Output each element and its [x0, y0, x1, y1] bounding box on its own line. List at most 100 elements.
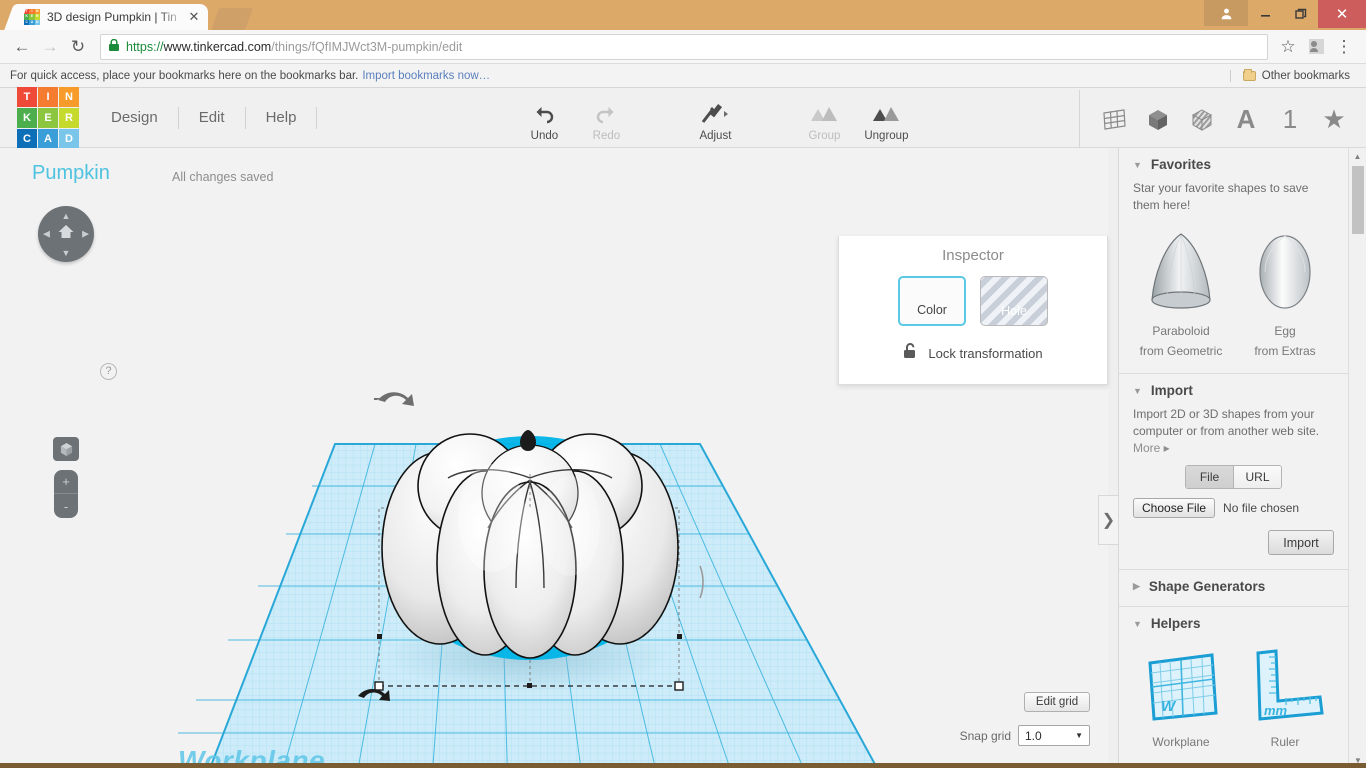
- zoom-controls[interactable]: + -: [54, 470, 78, 518]
- scroll-up-arrow-icon[interactable]: ▲: [1349, 148, 1366, 164]
- import-hint: Import 2D or 3D shapes from your compute…: [1133, 407, 1320, 438]
- favorites-star-icon[interactable]: ★: [1320, 104, 1348, 135]
- tab-url[interactable]: URL: [1233, 466, 1281, 488]
- other-bookmarks-folder[interactable]: Other bookmarks: [1229, 68, 1356, 82]
- browser-menu-icon[interactable]: ⋮: [1330, 33, 1358, 61]
- bookmarks-hint: For quick access, place your bookmarks h…: [10, 69, 359, 82]
- snap-grid-select[interactable]: 1.0 ▼: [1018, 725, 1090, 746]
- choose-file-button[interactable]: Choose File: [1133, 498, 1216, 518]
- text-icon[interactable]: A: [1232, 104, 1260, 135]
- adjust-icon: [700, 101, 730, 127]
- tinkercad-app: TIN KER CAD Design Edit Help Undo Redo A…: [0, 86, 1366, 768]
- adjust-button[interactable]: Adjust: [679, 101, 751, 142]
- forward-icon[interactable]: →: [36, 33, 64, 61]
- edit-grid-button[interactable]: Edit grid: [1024, 692, 1090, 712]
- snap-grid-control: Snap grid 1.0 ▼: [960, 725, 1090, 746]
- sidebar-collapse-button[interactable]: ❯: [1098, 495, 1118, 545]
- undo-label: Undo: [530, 129, 559, 142]
- tab-file[interactable]: File: [1186, 466, 1233, 488]
- snap-grid-label: Snap grid: [959, 728, 1011, 743]
- section-title-favorites: Favorites: [1150, 157, 1211, 172]
- shape-item-paraboloid[interactable]: Paraboloid from Geometric: [1137, 228, 1225, 359]
- tab-close-icon[interactable]: ✕: [186, 9, 202, 25]
- nav-down-arrow-icon[interactable]: ▼: [62, 248, 71, 258]
- zoom-out-button[interactable]: -: [54, 494, 78, 518]
- app-header: TIN KER CAD Design Edit Help Undo Redo A…: [0, 86, 1366, 150]
- bookmark-star-icon[interactable]: ☆: [1274, 33, 1302, 61]
- hole-option-button[interactable]: Hole: [980, 276, 1048, 326]
- new-tab-button[interactable]: [210, 8, 254, 30]
- app-menu: Design Edit Help: [97, 101, 318, 135]
- url-text: https://www.tinkercad.com/things/fQfIMJW…: [126, 40, 462, 54]
- address-bar[interactable]: https://www.tinkercad.com/things/fQfIMJW…: [100, 33, 1268, 60]
- nav-left-arrow-icon[interactable]: ◀: [43, 229, 50, 240]
- group-label: Group: [808, 129, 841, 142]
- menu-design[interactable]: Design: [97, 106, 179, 129]
- menu-edit[interactable]: Edit: [179, 106, 246, 129]
- restore-button[interactable]: [1283, 0, 1318, 28]
- color-option-button[interactable]: Color: [898, 276, 966, 326]
- fit-to-view-button[interactable]: [53, 437, 79, 461]
- home-view-icon[interactable]: [58, 224, 75, 244]
- hole-cube-icon[interactable]: [1188, 105, 1216, 135]
- tinkercad-logo[interactable]: TIN KER CAD: [17, 86, 79, 149]
- section-header-helpers[interactable]: ▼ Helpers: [1119, 607, 1348, 639]
- solid-cube-icon[interactable]: [1144, 105, 1172, 135]
- nav-help-icon[interactable]: ?: [100, 363, 117, 380]
- favorites-hint: Star your favorite shapes to save them h…: [1133, 181, 1309, 212]
- numbers-icon[interactable]: 1: [1276, 104, 1304, 135]
- triangle-down-icon: ▼: [1133, 159, 1142, 170]
- shape-item-ruler[interactable]: mm Ruler: [1241, 645, 1329, 750]
- scrollbar-thumb[interactable]: [1352, 166, 1364, 234]
- import-more-link[interactable]: More ▸: [1133, 441, 1334, 455]
- minimize-button[interactable]: [1248, 0, 1283, 28]
- section-header-favorites[interactable]: ▼ Favorites: [1119, 148, 1348, 180]
- redo-icon: [595, 101, 617, 127]
- group-button[interactable]: Group: [793, 101, 855, 142]
- back-icon[interactable]: ←: [8, 33, 36, 61]
- undo-button[interactable]: Undo: [513, 101, 575, 142]
- url-scheme: https://: [126, 39, 164, 54]
- zoom-in-button[interactable]: +: [54, 470, 78, 494]
- shape-item-workplane[interactable]: W Workplane: [1137, 645, 1225, 750]
- section-header-import[interactable]: ▼ Import: [1119, 374, 1348, 406]
- shapes-sidebar[interactable]: ▼ Favorites Star your favorite shapes to…: [1118, 148, 1348, 768]
- workplane-badge: W: [1161, 698, 1177, 715]
- inspector-options: Color Hole ?: [839, 276, 1169, 326]
- menu-help[interactable]: Help: [246, 106, 318, 129]
- shape-item-egg[interactable]: Egg from Extras: [1241, 228, 1329, 359]
- profile-icon[interactable]: [1302, 33, 1330, 61]
- chevron-down-icon: ▼: [1075, 731, 1083, 740]
- close-window-button[interactable]: ✕: [1318, 0, 1366, 28]
- section-header-shape-generators[interactable]: ▶ Shape Generators: [1119, 570, 1348, 602]
- file-picker-row: Choose File No file chosen: [1133, 498, 1334, 518]
- project-title[interactable]: Pumpkin: [32, 162, 110, 185]
- ruler-badge: mm: [1264, 703, 1288, 718]
- reload-icon[interactable]: ↻: [64, 33, 92, 61]
- lock-transformation-row[interactable]: Lock transformation: [839, 342, 1107, 364]
- user-avatar-button[interactable]: [1204, 0, 1248, 26]
- import-button-row: Import: [1133, 518, 1334, 555]
- shape-name-paraboloid: Paraboloid: [1152, 324, 1210, 338]
- shape-name-ruler: Ruler: [1270, 735, 1300, 749]
- ungroup-button[interactable]: Ungroup: [855, 101, 917, 142]
- redo-button[interactable]: Redo: [575, 101, 637, 142]
- grid-icon[interactable]: [1100, 105, 1128, 135]
- inspector-title: Inspector: [942, 247, 1004, 264]
- sidebar-scrollbar[interactable]: ▲ ▼: [1348, 148, 1366, 768]
- workplane-thumbnail: W: [1148, 653, 1218, 721]
- view-navigator[interactable]: ▲ ▼ ◀ ▶: [38, 206, 94, 262]
- triangle-right-icon: ▶: [1133, 581, 1140, 591]
- url-path: /things/fQfIMJWct3M-pumpkin/edit: [271, 39, 463, 54]
- paraboloid-thumbnail: [1151, 233, 1211, 309]
- browser-tab[interactable]: TIN KER CAD 3D design Pumpkin | Tin ✕: [18, 4, 208, 30]
- nav-right-arrow-icon[interactable]: ▶: [82, 229, 89, 240]
- adjust-label: Adjust: [699, 129, 732, 142]
- egg-thumbnail: [1259, 235, 1311, 309]
- nav-up-arrow-icon[interactable]: ▲: [62, 211, 71, 221]
- bookmarks-bar: For quick access, place your bookmarks h…: [0, 64, 1366, 88]
- import-bookmarks-link[interactable]: Import bookmarks now…: [362, 70, 490, 82]
- lock-transformation-label: Lock transformation: [928, 345, 1043, 361]
- section-title-import: Import: [1150, 383, 1193, 398]
- import-button[interactable]: Import: [1268, 530, 1334, 555]
